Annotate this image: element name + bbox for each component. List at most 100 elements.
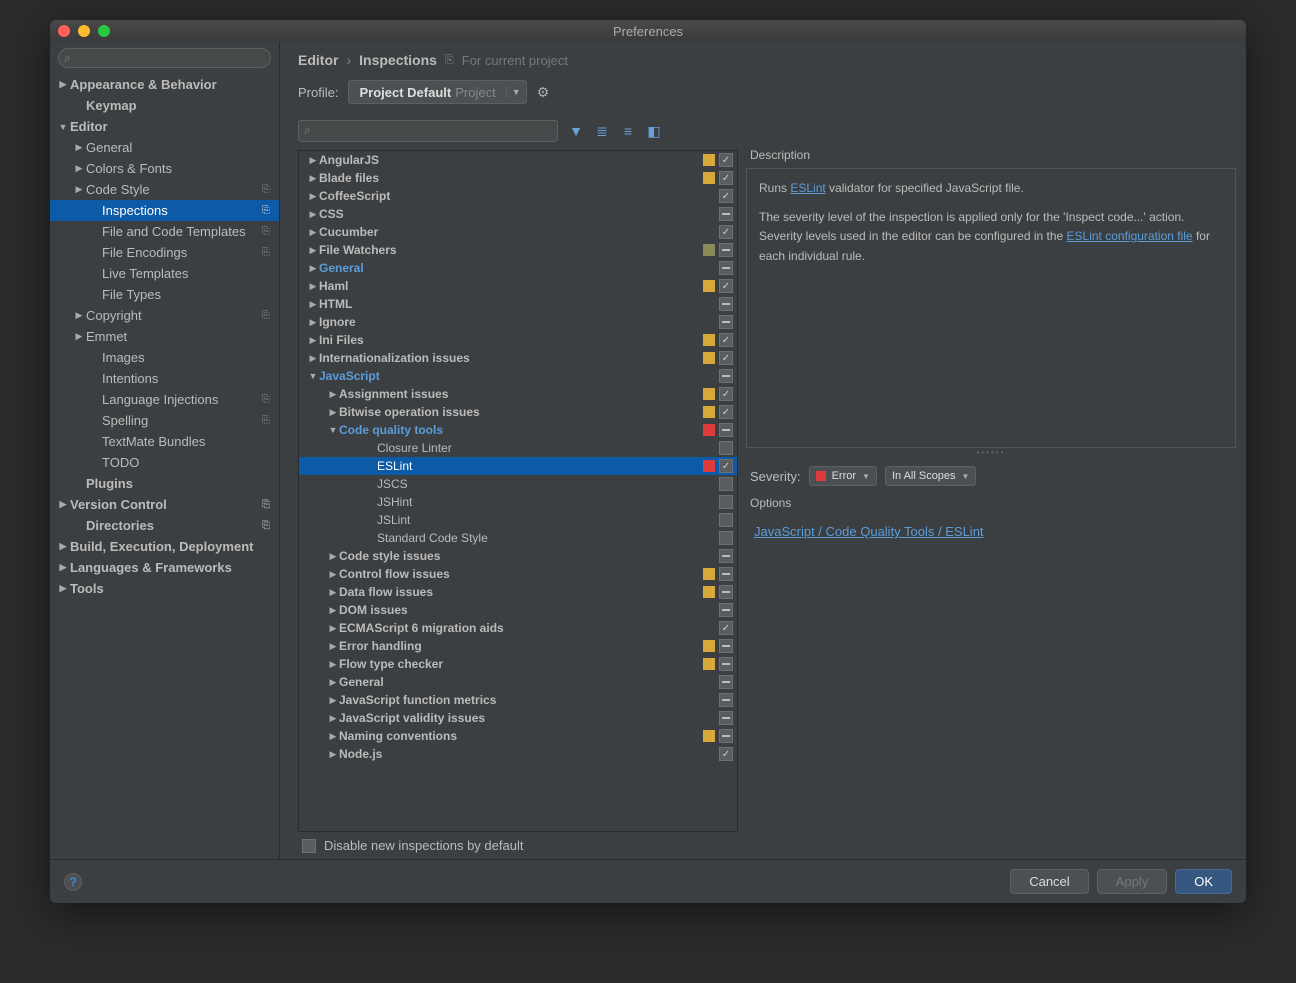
tree-row[interactable]: ▶Flow type checker xyxy=(299,655,737,673)
tree-row[interactable]: ▶Control flow issues xyxy=(299,565,737,583)
inspection-filter-input[interactable] xyxy=(298,120,558,142)
inspection-checkbox[interactable] xyxy=(719,459,733,473)
tree-row[interactable]: ▶JavaScript function metrics xyxy=(299,691,737,709)
sidebar-item[interactable]: Inspections⎘ xyxy=(50,200,279,221)
inspection-checkbox[interactable] xyxy=(719,567,733,581)
disable-new-checkbox[interactable] xyxy=(302,839,316,853)
tree-row[interactable]: ▶Internationalization issues xyxy=(299,349,737,367)
tree-row[interactable]: ▼Code quality tools xyxy=(299,421,737,439)
inspection-checkbox[interactable] xyxy=(719,297,733,311)
inspection-checkbox[interactable] xyxy=(719,261,733,275)
tree-row[interactable]: JSLint xyxy=(299,511,737,529)
tree-row[interactable]: ▶Blade files xyxy=(299,169,737,187)
inspection-checkbox[interactable] xyxy=(719,225,733,239)
scope-combo[interactable]: In All Scopes ▼ xyxy=(885,466,977,486)
profile-combo[interactable]: Project DefaultProject ▼ xyxy=(348,80,526,104)
sidebar-item[interactable]: ▶Emmet xyxy=(50,326,279,347)
inspection-checkbox[interactable] xyxy=(719,675,733,689)
tree-row[interactable]: ▶CoffeeScript xyxy=(299,187,737,205)
inspection-checkbox[interactable] xyxy=(719,711,733,725)
inspection-checkbox[interactable] xyxy=(719,585,733,599)
sidebar-item[interactable]: Directories⎘ xyxy=(50,515,279,536)
inspection-checkbox[interactable] xyxy=(719,477,733,491)
sidebar-item[interactable]: File and Code Templates⎘ xyxy=(50,221,279,242)
inspection-checkbox[interactable] xyxy=(719,441,733,455)
expand-all-icon[interactable]: ≣ xyxy=(594,123,610,140)
tree-row[interactable]: ▶Cucumber xyxy=(299,223,737,241)
tree-row[interactable]: ▶DOM issues xyxy=(299,601,737,619)
inspection-checkbox[interactable] xyxy=(719,549,733,563)
sidebar-item[interactable]: ▶Languages & Frameworks xyxy=(50,557,279,578)
sidebar-item[interactable]: ▶Version Control⎘ xyxy=(50,494,279,515)
inspection-checkbox[interactable] xyxy=(719,639,733,653)
apply-button[interactable]: Apply xyxy=(1097,869,1168,894)
inspection-checkbox[interactable] xyxy=(719,603,733,617)
inspection-checkbox[interactable] xyxy=(719,423,733,437)
tree-row[interactable]: ▼JavaScript xyxy=(299,367,737,385)
ok-button[interactable]: OK xyxy=(1175,869,1232,894)
tree-row[interactable]: ▶Error handling xyxy=(299,637,737,655)
sidebar-item[interactable]: ▶Appearance & Behavior xyxy=(50,74,279,95)
tree-row[interactable]: ▶Assignment issues xyxy=(299,385,737,403)
tree-row[interactable]: ESLint xyxy=(299,457,737,475)
tree-row[interactable]: ▶CSS xyxy=(299,205,737,223)
inspection-checkbox[interactable] xyxy=(719,621,733,635)
tree-row[interactable]: ▶ECMAScript 6 migration aids xyxy=(299,619,737,637)
sidebar-item[interactable]: TextMate Bundles xyxy=(50,431,279,452)
inspection-checkbox[interactable] xyxy=(719,405,733,419)
sidebar-item[interactable]: Images xyxy=(50,347,279,368)
sidebar-item[interactable]: ▶Build, Execution, Deployment xyxy=(50,536,279,557)
collapse-all-icon[interactable]: ≡ xyxy=(620,123,636,140)
inspection-checkbox[interactable] xyxy=(719,243,733,257)
tree-row[interactable]: ▶AngularJS xyxy=(299,151,737,169)
reset-icon[interactable]: ◧ xyxy=(646,123,662,140)
tree-row[interactable]: ▶Ignore xyxy=(299,313,737,331)
tree-row[interactable]: ▶Bitwise operation issues xyxy=(299,403,737,421)
cancel-button[interactable]: Cancel xyxy=(1010,869,1088,894)
sidebar-item[interactable]: Plugins xyxy=(50,473,279,494)
sidebar-item[interactable]: ▶Tools xyxy=(50,578,279,599)
tree-row[interactable]: ▶File Watchers xyxy=(299,241,737,259)
inspection-checkbox[interactable] xyxy=(719,351,733,365)
inspection-checkbox[interactable] xyxy=(719,747,733,761)
inspection-checkbox[interactable] xyxy=(719,729,733,743)
inspections-tree[interactable]: ▶AngularJS▶Blade files▶CoffeeScript▶CSS▶… xyxy=(298,150,738,832)
inspection-checkbox[interactable] xyxy=(719,189,733,203)
tree-row[interactable]: ▶Node.js xyxy=(299,745,737,763)
sidebar-item[interactable]: ▶Copyright⎘ xyxy=(50,305,279,326)
sidebar-item[interactable]: File Encodings⎘ xyxy=(50,242,279,263)
filter-icon[interactable]: ▼ xyxy=(568,123,584,140)
tree-row[interactable]: Standard Code Style xyxy=(299,529,737,547)
inspection-checkbox[interactable] xyxy=(719,153,733,167)
tree-row[interactable]: ▶Data flow issues xyxy=(299,583,737,601)
resize-grip[interactable]: •••••• xyxy=(746,448,1236,456)
sidebar-item[interactable]: File Types xyxy=(50,284,279,305)
tree-row[interactable]: ▶Ini Files xyxy=(299,331,737,349)
sidebar-item[interactable]: ▶Code Style⎘ xyxy=(50,179,279,200)
sidebar-item[interactable]: Language Injections⎘ xyxy=(50,389,279,410)
options-link[interactable]: JavaScript / Code Quality Tools / ESLint xyxy=(754,524,984,539)
tree-row[interactable]: Closure Linter xyxy=(299,439,737,457)
gear-icon[interactable]: ⚙︎ xyxy=(537,84,550,101)
inspection-checkbox[interactable] xyxy=(719,495,733,509)
tree-row[interactable]: ▶Naming conventions xyxy=(299,727,737,745)
sidebar-item[interactable]: Intentions xyxy=(50,368,279,389)
tree-row[interactable]: ▶Haml xyxy=(299,277,737,295)
sidebar-item[interactable]: ▶Colors & Fonts xyxy=(50,158,279,179)
tree-row[interactable]: JSCS xyxy=(299,475,737,493)
tree-row[interactable]: ▶General xyxy=(299,259,737,277)
inspection-checkbox[interactable] xyxy=(719,387,733,401)
inspection-checkbox[interactable] xyxy=(719,369,733,383)
inspection-checkbox[interactable] xyxy=(719,657,733,671)
sidebar-item[interactable]: Live Templates xyxy=(50,263,279,284)
tree-row[interactable]: ▶Code style issues xyxy=(299,547,737,565)
eslint-link[interactable]: ESLint xyxy=(790,181,825,195)
sidebar-item[interactable]: ▼Editor xyxy=(50,116,279,137)
sidebar-item[interactable]: TODO xyxy=(50,452,279,473)
inspection-checkbox[interactable] xyxy=(719,171,733,185)
tree-row[interactable]: ▶HTML xyxy=(299,295,737,313)
severity-combo[interactable]: Error ▼ xyxy=(809,466,877,486)
inspection-checkbox[interactable] xyxy=(719,279,733,293)
inspection-checkbox[interactable] xyxy=(719,315,733,329)
eslint-config-link[interactable]: ESLint configuration file xyxy=(1067,229,1193,243)
